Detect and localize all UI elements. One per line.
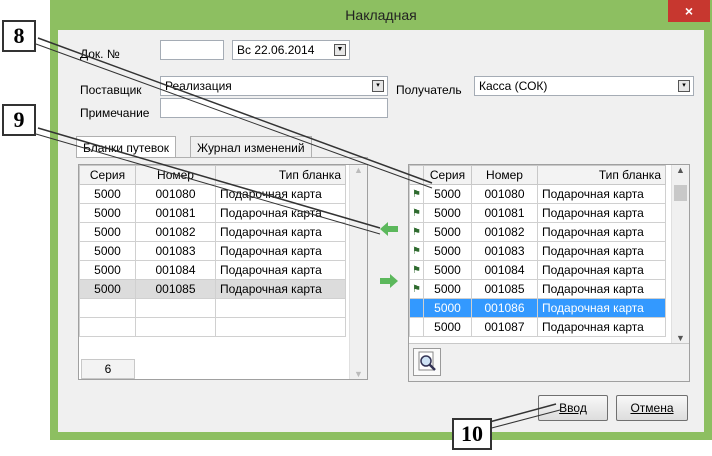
callout-10: 10 <box>452 418 492 450</box>
callout-9: 9 <box>2 104 36 136</box>
callout-leaders <box>35 37 561 431</box>
callout-8: 8 <box>2 20 36 52</box>
